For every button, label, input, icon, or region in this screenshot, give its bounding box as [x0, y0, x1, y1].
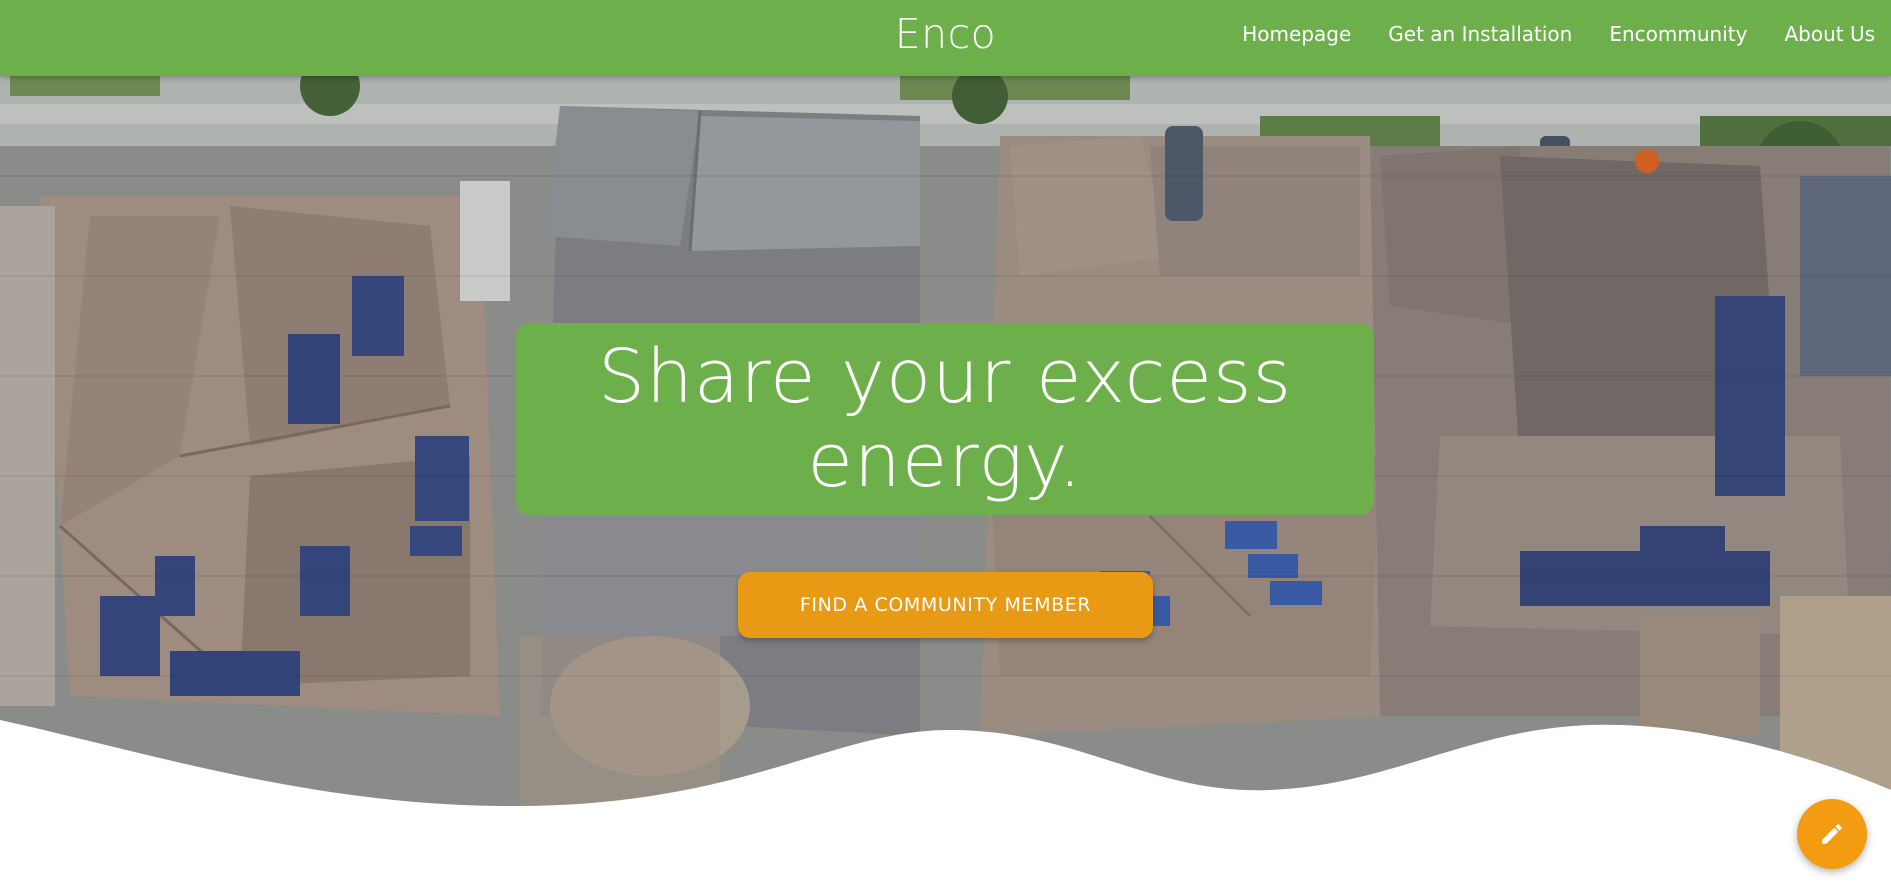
find-community-member-button[interactable]: FIND A COMMUNITY MEMBER [738, 572, 1153, 638]
top-navbar: Enco Homepage Get an Installation Encomm… [0, 0, 1891, 76]
pencil-icon [1822, 824, 1842, 844]
brand-link[interactable]: Enco [895, 10, 997, 58]
nav-get-an-installation[interactable]: Get an Installation [1388, 22, 1572, 46]
hero-section: Share your excess energy. FIND A COMMUNI… [0, 76, 1891, 806]
nav-homepage[interactable]: Homepage [1242, 22, 1351, 46]
headline-box: Share your excess energy. [516, 323, 1374, 515]
nav-encommunity[interactable]: Encommunity [1609, 22, 1747, 46]
page: Enco Homepage Get an Installation Encomm… [0, 0, 1891, 895]
main-nav: Homepage Get an Installation Encommunity… [1242, 22, 1875, 46]
hero-headline: Share your excess energy. [597, 334, 1293, 504]
edit-fab-button[interactable] [1797, 799, 1867, 869]
wave-divider [0, 720, 1891, 895]
nav-about-us[interactable]: About Us [1784, 22, 1875, 46]
